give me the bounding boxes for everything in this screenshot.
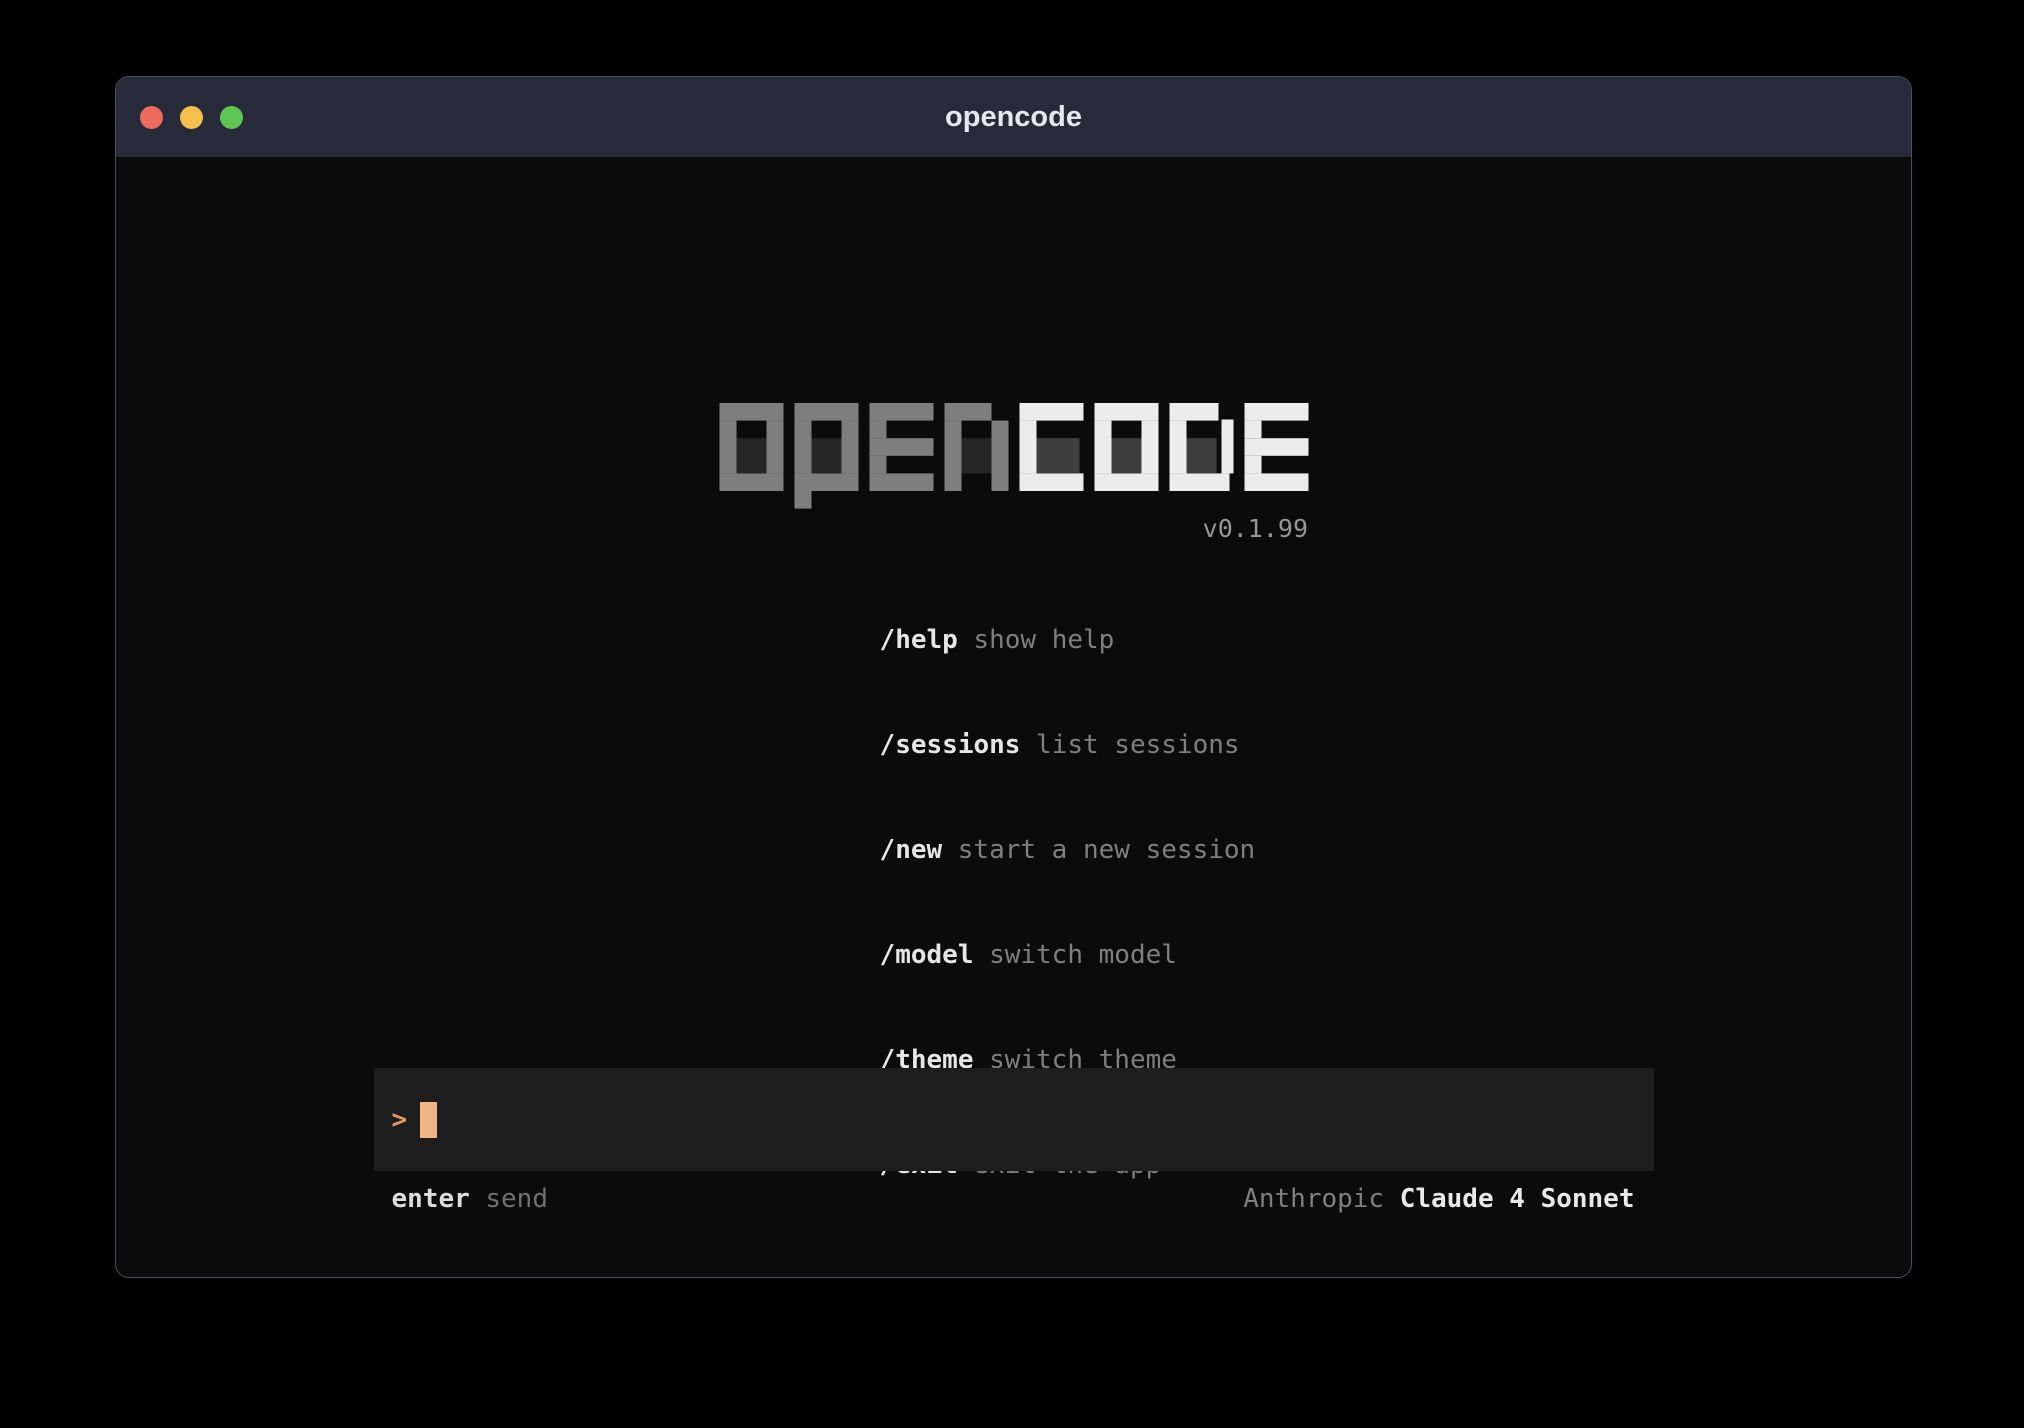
logo-letter-o2 (1094, 403, 1158, 491)
command-model: /model switch model (723, 903, 1308, 1008)
prompt-input[interactable]: > (374, 1068, 1654, 1171)
input-area: > enter send Anthropic Claude 4 Sonnet (374, 1068, 1654, 1214)
command-description: start a new session (958, 835, 1255, 865)
command-description: list sessions (1036, 730, 1240, 760)
keybind-key: enter (392, 1184, 470, 1214)
logo-letter-o (719, 403, 783, 491)
command-new: /new start a new session (723, 798, 1308, 903)
command-name: /new (880, 835, 943, 865)
version-label: v0.1.99 (719, 515, 1308, 543)
command-description: switch model (989, 940, 1177, 970)
logo-letter-e (869, 403, 933, 491)
logo-letter-p (794, 403, 858, 509)
model-indicator[interactable]: Anthropic Claude 4 Sonnet (1243, 1184, 1634, 1214)
keybind-hint: enter send (392, 1184, 549, 1214)
logo-letter-d (1169, 403, 1233, 491)
titlebar[interactable]: opencode (116, 77, 1911, 157)
opencode-window: opencode (115, 76, 1912, 1278)
logo-letter-c (1019, 403, 1083, 491)
status-bar: enter send Anthropic Claude 4 Sonnet (374, 1184, 1654, 1214)
command-name: /help (880, 625, 958, 655)
terminal-content: v0.1.99 /help show help /sessions list ses… (116, 157, 1911, 1277)
logo-letter-n (944, 403, 1008, 491)
desktop: { "window": { "title": "opencode", "cont… (0, 0, 2024, 1428)
command-name: /model (880, 940, 974, 970)
window-title: opencode (116, 101, 1911, 134)
command-name: /sessions (880, 730, 1021, 760)
command-sessions: /sessions list sessions (723, 693, 1308, 798)
prompt-chevron: > (392, 1105, 408, 1135)
text-cursor (420, 1102, 437, 1138)
keybind-action: send (485, 1184, 548, 1214)
opencode-pixel-logo (719, 403, 1308, 509)
logo-letter-e2 (1244, 403, 1308, 491)
model-label: Claude 4 Sonnet (1400, 1184, 1635, 1214)
command-description: show help (973, 625, 1114, 655)
provider-label: Anthropic (1243, 1184, 1384, 1214)
command-help: /help show help (723, 588, 1308, 693)
